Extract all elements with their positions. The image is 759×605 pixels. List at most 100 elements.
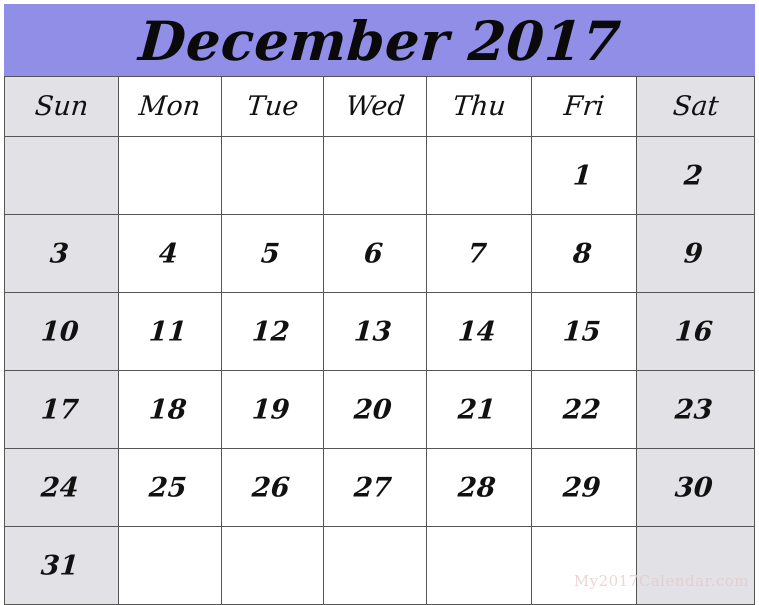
- page-title: December 2017: [136, 9, 623, 73]
- day-number: [324, 162, 426, 189]
- weekday-header-tue: Tue: [222, 76, 324, 137]
- day-cell[interactable]: [222, 527, 324, 605]
- day-number: 16: [673, 316, 714, 347]
- day-number: [427, 162, 531, 189]
- day-cell[interactable]: 9: [637, 215, 755, 293]
- month-title-banner: December 2017: [4, 4, 755, 76]
- day-cell[interactable]: 2: [637, 137, 755, 215]
- day-cell[interactable]: 5: [222, 215, 324, 293]
- day-number: 2: [683, 160, 704, 191]
- day-cell[interactable]: 20: [324, 371, 427, 449]
- weekday-label: Tue: [245, 90, 300, 122]
- day-cell[interactable]: 30: [637, 449, 755, 527]
- day-number: 27: [353, 472, 393, 503]
- day-number: [324, 552, 426, 579]
- weekday-label: Thu: [451, 90, 507, 122]
- day-cell[interactable]: 26: [222, 449, 324, 527]
- day-cell[interactable]: 11: [119, 293, 222, 371]
- day-cell[interactable]: 8: [532, 215, 637, 293]
- day-number: 25: [148, 472, 188, 503]
- day-cell[interactable]: [324, 527, 427, 605]
- day-cell[interactable]: 21: [427, 371, 532, 449]
- day-cell[interactable]: [222, 137, 324, 215]
- day-number: 19: [250, 394, 291, 425]
- day-number: 15: [562, 316, 602, 347]
- weekday-label: Wed: [344, 90, 406, 122]
- day-number: 28: [457, 472, 497, 503]
- day-cell[interactable]: [324, 137, 427, 215]
- day-number: [119, 162, 221, 189]
- calendar-grid: Sun Mon Tue Wed Thu Fri Sat 1 2 3 4 5 6 …: [4, 76, 755, 605]
- weekday-header-sun: Sun: [4, 76, 119, 137]
- day-number: 1: [571, 160, 593, 191]
- day-number: 31: [39, 550, 80, 581]
- day-number: 14: [457, 316, 497, 347]
- day-cell[interactable]: 1: [532, 137, 637, 215]
- day-number: 8: [571, 238, 593, 269]
- weekday-label: Mon: [137, 90, 202, 122]
- day-cell[interactable]: 4: [119, 215, 222, 293]
- day-number: 20: [353, 394, 393, 425]
- day-cell[interactable]: 15: [532, 293, 637, 371]
- calendar-page: December 2017 Sun Mon Tue Wed Thu Fri Sa…: [0, 0, 759, 605]
- day-cell[interactable]: 7: [427, 215, 532, 293]
- day-number: [222, 162, 323, 189]
- day-cell[interactable]: 14: [427, 293, 532, 371]
- day-number: 18: [148, 394, 188, 425]
- day-cell[interactable]: 3: [4, 215, 119, 293]
- day-number: 23: [673, 394, 714, 425]
- weekday-header-thu: Thu: [427, 76, 532, 137]
- day-cell[interactable]: 22: [532, 371, 637, 449]
- day-number: [119, 552, 221, 579]
- day-cell[interactable]: 6: [324, 215, 427, 293]
- day-number: 29: [562, 472, 602, 503]
- day-number: [222, 552, 323, 579]
- weekday-label: Fri: [562, 90, 606, 122]
- day-number: 21: [457, 394, 497, 425]
- day-cell[interactable]: 13: [324, 293, 427, 371]
- day-number: 17: [39, 394, 80, 425]
- day-cell[interactable]: 24: [4, 449, 119, 527]
- day-number: 4: [157, 238, 179, 269]
- day-number: [532, 552, 636, 579]
- day-cell[interactable]: 27: [324, 449, 427, 527]
- day-number: 11: [148, 316, 188, 347]
- day-cell[interactable]: 16: [637, 293, 755, 371]
- day-number: 13: [353, 316, 393, 347]
- day-cell[interactable]: 23: [637, 371, 755, 449]
- day-cell[interactable]: 31: [4, 527, 119, 605]
- day-cell[interactable]: 19: [222, 371, 324, 449]
- day-cell[interactable]: 28: [427, 449, 532, 527]
- day-cell[interactable]: 25: [119, 449, 222, 527]
- weekday-label: Sun: [33, 90, 90, 122]
- weekday-header-sat: Sat: [637, 76, 755, 137]
- day-number: 30: [673, 472, 714, 503]
- day-cell[interactable]: [427, 527, 532, 605]
- day-cell[interactable]: [119, 137, 222, 215]
- day-number: 6: [362, 238, 384, 269]
- day-number: 12: [250, 316, 291, 347]
- day-cell[interactable]: [637, 527, 755, 605]
- day-cell[interactable]: 17: [4, 371, 119, 449]
- day-number: 24: [39, 472, 80, 503]
- day-number: 3: [49, 238, 70, 269]
- day-cell[interactable]: [4, 137, 119, 215]
- day-cell[interactable]: 18: [119, 371, 222, 449]
- day-number: [5, 162, 118, 189]
- day-number: 26: [250, 472, 291, 503]
- weekday-header-mon: Mon: [119, 76, 222, 137]
- day-number: 5: [260, 238, 281, 269]
- day-number: 10: [39, 316, 80, 347]
- day-cell[interactable]: [119, 527, 222, 605]
- day-cell[interactable]: [532, 527, 637, 605]
- day-cell[interactable]: 29: [532, 449, 637, 527]
- day-number: 7: [466, 238, 488, 269]
- weekday-label: Sat: [671, 90, 720, 122]
- day-number: 22: [562, 394, 602, 425]
- day-cell[interactable]: 12: [222, 293, 324, 371]
- day-cell[interactable]: [427, 137, 532, 215]
- weekday-header-wed: Wed: [324, 76, 427, 137]
- day-cell[interactable]: 10: [4, 293, 119, 371]
- day-number: [637, 552, 754, 579]
- day-number: 9: [683, 238, 704, 269]
